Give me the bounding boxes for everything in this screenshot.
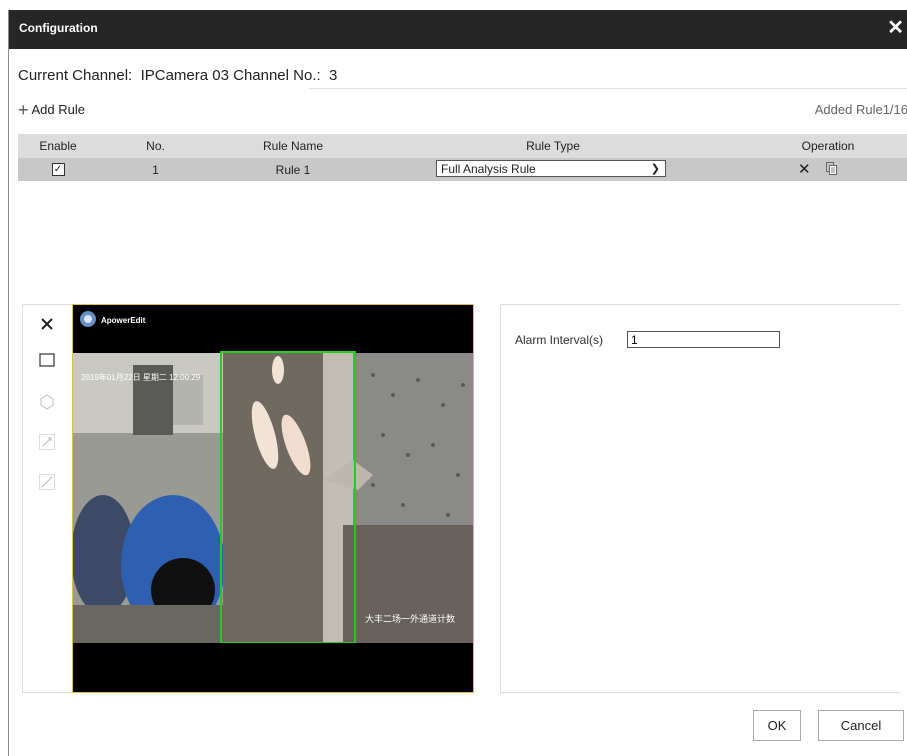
table-row[interactable]: ✓ 1 Rule 1 Full Analysis Rule ❯ ✕ xyxy=(18,158,907,181)
header-operation: Operation xyxy=(801,139,855,153)
polygon-tool-icon[interactable] xyxy=(35,390,59,414)
added-rule-count: Added Rule1/16 xyxy=(814,102,907,117)
copy-rule-icon[interactable] xyxy=(826,162,837,175)
cancel-button[interactable]: Cancel xyxy=(818,710,904,741)
add-rule-button[interactable]: + Add Rule xyxy=(18,99,85,120)
enable-cell: ✓ xyxy=(18,158,98,181)
drawing-toolbox xyxy=(22,304,73,693)
plus-icon: + xyxy=(18,99,29,120)
header-rule-name: Rule Name xyxy=(262,139,324,153)
video-caption: 大丰二场一外通道计数 xyxy=(365,613,455,624)
title-bar: Configuration ✕ xyxy=(9,10,907,49)
line-tool-icon[interactable] xyxy=(35,470,59,494)
app-label: ApowerEdit xyxy=(101,316,146,325)
header-rule-type: Rule Type xyxy=(526,139,580,153)
alarm-interval-label: Alarm Interval(s) xyxy=(515,333,604,347)
video-preview[interactable]: ApowerEdit 2019年01月22日 星期二 12:00:29 大丰二场… xyxy=(72,304,474,693)
current-channel-label: Current Channel: IPCamera 03 Channel No.… xyxy=(18,67,338,84)
header-no: No. xyxy=(146,139,165,153)
header-enable: Enable xyxy=(39,139,77,153)
rule-type-select[interactable]: Full Analysis Rule ❯ xyxy=(436,160,666,177)
add-rule-label: Add Rule xyxy=(31,102,85,117)
chevron-down-icon: ❯ xyxy=(650,163,660,175)
dialog-title: Configuration xyxy=(19,21,98,35)
ok-button[interactable]: OK xyxy=(753,710,801,741)
enable-checkbox[interactable]: ✓ xyxy=(51,163,65,176)
rule-parameters-panel: Alarm Interval(s) xyxy=(500,304,900,693)
rectangle-tool-icon[interactable] xyxy=(35,348,59,372)
rule-name: Rule 1 xyxy=(275,162,311,177)
rule-type-value: Full Analysis Rule xyxy=(441,161,536,176)
delete-rule-icon[interactable]: ✕ xyxy=(798,160,811,178)
camera-scene: ApowerEdit 2019年01月22日 星期二 12:00:29 大丰二场… xyxy=(73,305,473,692)
alarm-interval-input[interactable] xyxy=(627,331,780,348)
video-timestamp: 2019年01月22日 星期二 12:00:29 xyxy=(81,372,201,382)
divider xyxy=(309,88,907,89)
expand-tool-icon[interactable] xyxy=(35,430,59,454)
rule-no: 1 xyxy=(152,162,159,177)
rules-table-header: Enable No. Rule Name Rule Type Operation xyxy=(18,134,907,158)
clear-drawing-icon[interactable] xyxy=(35,312,59,336)
close-icon[interactable]: ✕ xyxy=(887,17,904,39)
